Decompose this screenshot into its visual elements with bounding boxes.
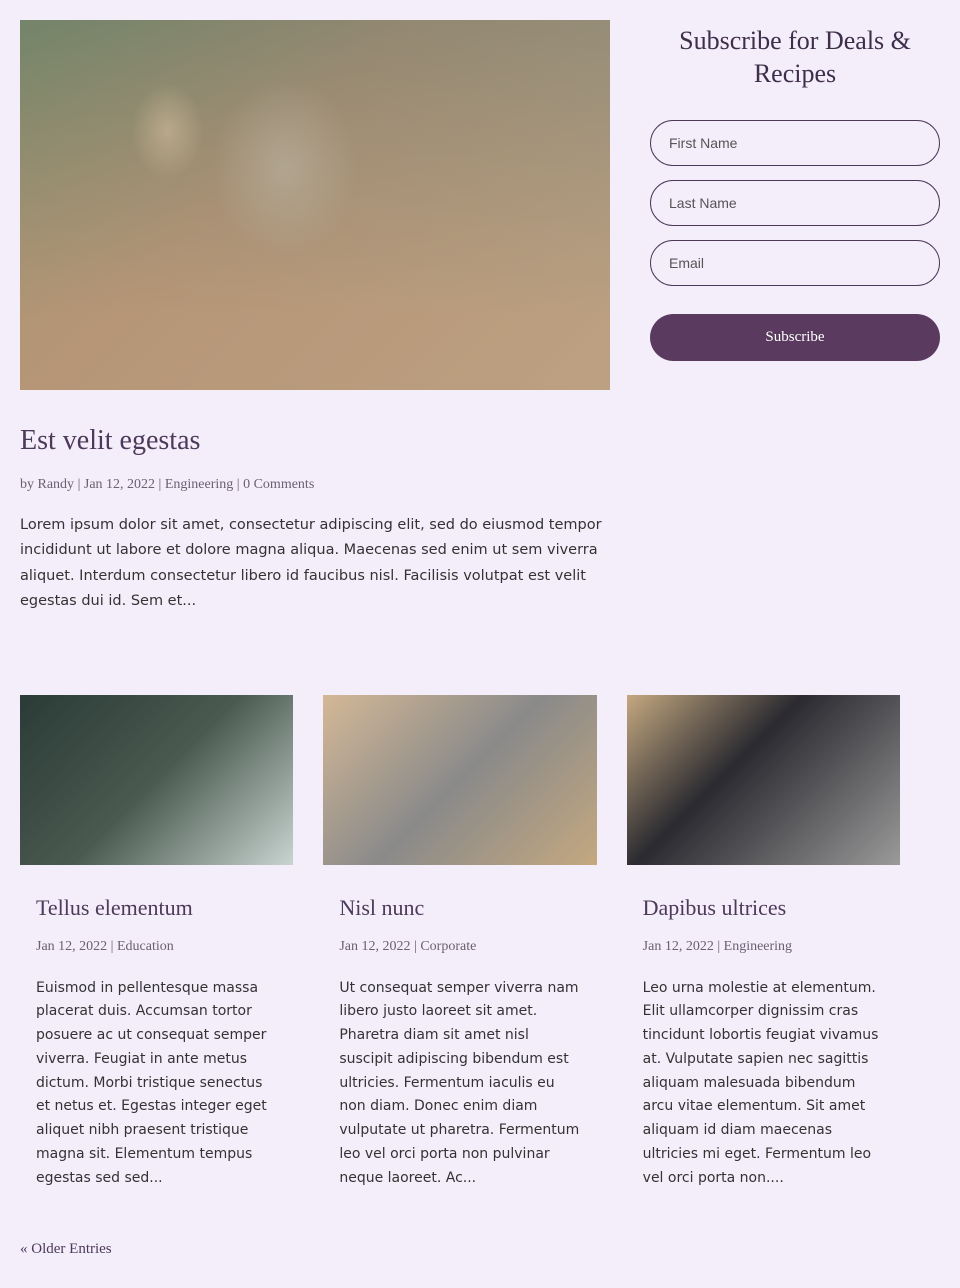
card-title-link[interactable]: Nisl nunc [339, 895, 424, 920]
card-excerpt: Leo urna molestie at elementum. Elit ull… [643, 977, 884, 1191]
meta-sep: | [155, 477, 165, 492]
featured-title-link[interactable]: Est velit egestas [20, 425, 200, 456]
post-card: Tellus elementum Jan 12, 2022 | Educatio… [20, 695, 293, 1191]
card-image[interactable] [627, 695, 900, 865]
last-name-input[interactable] [650, 180, 940, 226]
meta-sep: | [107, 939, 117, 954]
card-meta: Jan 12, 2022 | Education [36, 939, 277, 955]
card-category-link[interactable]: Education [117, 939, 174, 954]
email-input[interactable] [650, 240, 940, 286]
post-card: Dapibus ultrices Jan 12, 2022 | Engineer… [627, 695, 900, 1191]
featured-excerpt: Lorem ipsum dolor sit amet, consectetur … [20, 513, 610, 615]
subscribe-button[interactable]: Subscribe [650, 314, 940, 361]
card-date: Jan 12, 2022 [339, 939, 410, 954]
featured-date: Jan 12, 2022 [84, 477, 155, 492]
card-category-link[interactable]: Engineering [724, 939, 792, 954]
subscribe-title: Subscribe for Deals & Recipes [650, 25, 940, 90]
author-link[interactable]: Randy [38, 477, 75, 492]
post-card: Nisl nunc Jan 12, 2022 | Corporate Ut co… [323, 695, 596, 1191]
category-link[interactable]: Engineering [165, 477, 233, 492]
card-excerpt: Ut consequat semper viverra nam libero j… [339, 977, 580, 1191]
older-entries-link[interactable]: « Older Entries [20, 1241, 112, 1258]
card-title-link[interactable]: Tellus elementum [36, 895, 193, 920]
featured-meta: by Randy | Jan 12, 2022 | Engineering | … [20, 477, 610, 493]
card-category-link[interactable]: Corporate [420, 939, 476, 954]
card-date: Jan 12, 2022 [643, 939, 714, 954]
card-title-link[interactable]: Dapibus ultrices [643, 895, 787, 920]
card-meta: Jan 12, 2022 | Engineering [643, 939, 884, 955]
card-meta: Jan 12, 2022 | Corporate [339, 939, 580, 955]
card-excerpt: Euismod in pellentesque massa placerat d… [36, 977, 277, 1191]
meta-sep: | [411, 939, 421, 954]
by-label: by [20, 477, 38, 492]
featured-image[interactable] [20, 20, 610, 390]
meta-sep: | [74, 477, 84, 492]
meta-sep: | [233, 477, 243, 492]
first-name-input[interactable] [650, 120, 940, 166]
card-date: Jan 12, 2022 [36, 939, 107, 954]
card-image[interactable] [323, 695, 596, 865]
comments-link[interactable]: 0 Comments [243, 477, 314, 492]
card-image[interactable] [20, 695, 293, 865]
meta-sep: | [714, 939, 724, 954]
